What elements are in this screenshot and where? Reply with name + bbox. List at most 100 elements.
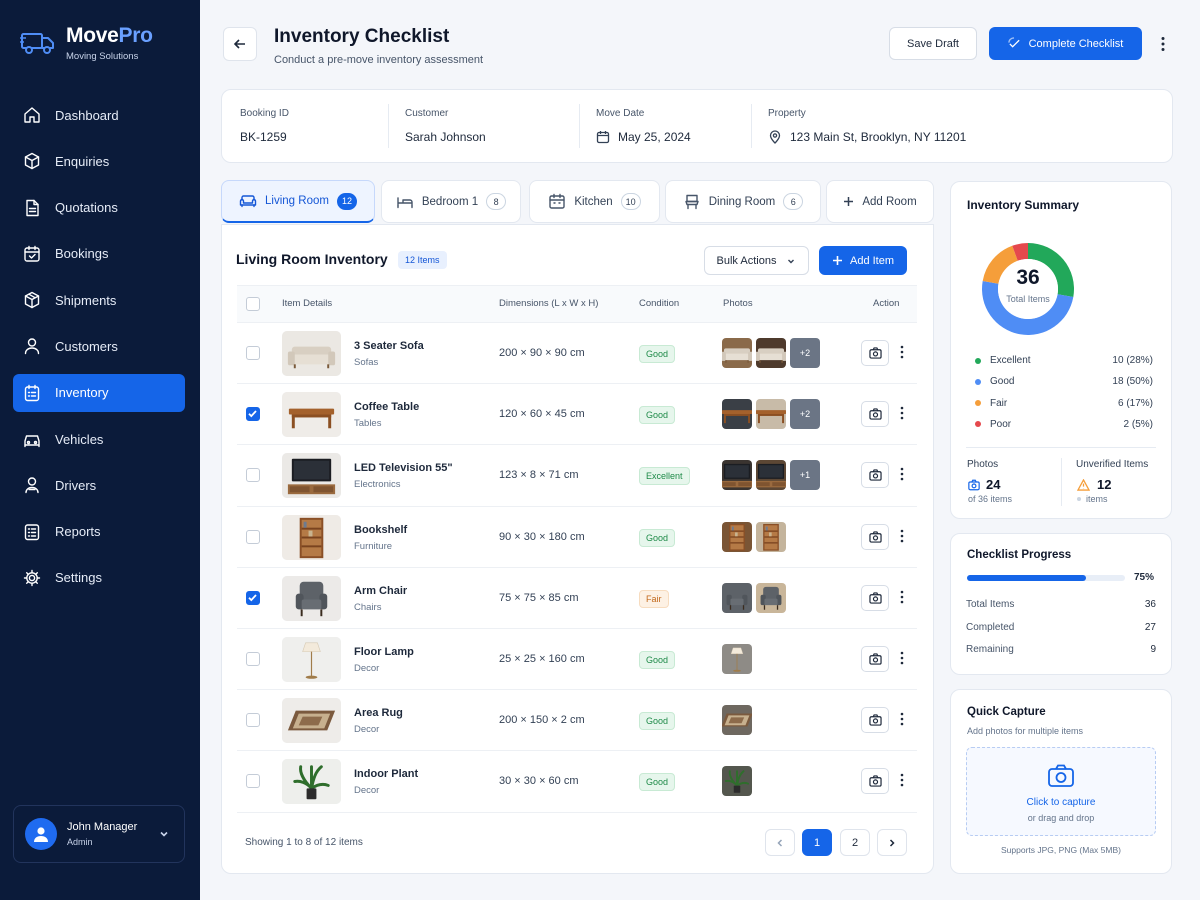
item-photo[interactable] xyxy=(722,399,752,430)
prev-page-button[interactable] xyxy=(765,829,795,856)
tab-living-room[interactable]: Living Room 12 xyxy=(221,180,375,223)
item-photos xyxy=(722,705,752,736)
item-photo[interactable] xyxy=(756,460,786,491)
capture-photo-button[interactable] xyxy=(861,707,889,734)
sidebar-item-reports[interactable]: Reports xyxy=(13,513,185,551)
tab-count-badge: 8 xyxy=(486,193,507,210)
sidebar-item-bookings[interactable]: Bookings xyxy=(13,235,185,273)
capture-dropzone[interactable]: Click to capture or drag and drop xyxy=(966,747,1156,836)
item-thumbnail xyxy=(282,637,341,682)
items-count-badge: 12 Items xyxy=(398,251,447,269)
car-icon xyxy=(23,430,41,448)
capture-photo-button[interactable] xyxy=(861,523,889,550)
row-more-icon[interactable] xyxy=(899,712,905,726)
sidebar-item-customers[interactable]: Customers xyxy=(13,327,185,365)
column-condition: Condition xyxy=(639,298,680,309)
item-photo[interactable] xyxy=(722,766,752,797)
tab-kitchen[interactable]: Kitchen 10 xyxy=(529,180,660,223)
column-item-details: Item Details xyxy=(282,298,333,309)
item-name: 3 Seater Sofa xyxy=(354,340,424,352)
row-more-icon[interactable] xyxy=(899,406,905,420)
item-dimensions: 200 × 150 × 2 cm xyxy=(499,714,585,727)
add-item-button[interactable]: Add Item xyxy=(819,246,907,275)
row-checkbox[interactable] xyxy=(246,590,260,605)
select-all-checkbox[interactable] xyxy=(246,297,260,311)
capture-photo-button[interactable] xyxy=(861,462,889,489)
capture-photo-button[interactable] xyxy=(861,768,889,795)
sidebar-item-inventory[interactable]: Inventory xyxy=(13,373,185,412)
item-dimensions: 123 × 8 × 71 cm xyxy=(499,469,579,482)
more-photos-badge[interactable]: +2 xyxy=(790,399,820,430)
row-checkbox[interactable] xyxy=(246,652,260,666)
more-photos-badge[interactable]: +1 xyxy=(790,460,820,491)
row-checkbox[interactable] xyxy=(246,407,260,422)
item-photo[interactable] xyxy=(722,582,752,613)
item-photo[interactable] xyxy=(722,644,752,674)
add-room-button[interactable]: Add Room xyxy=(826,180,934,223)
sidebar-item-settings[interactable]: Settings xyxy=(13,559,185,597)
page-title: Inventory Checklist xyxy=(274,26,450,47)
row-more-icon[interactable] xyxy=(899,651,905,665)
table-row: Floor Lamp Decor 25 × 25 × 160 cm Good xyxy=(237,629,917,691)
row-checkbox[interactable] xyxy=(246,468,260,483)
item-photo[interactable] xyxy=(756,338,786,368)
condition-badge: Good xyxy=(639,406,676,425)
sidebar-item-drivers[interactable]: Drivers xyxy=(13,466,185,504)
item-category: Chairs xyxy=(354,601,382,613)
booking-info-card: Booking ID BK-1259 Customer Sarah Johnso… xyxy=(221,89,1173,163)
row-more-icon[interactable] xyxy=(899,467,905,481)
item-photos: +1 xyxy=(722,460,820,491)
item-thumbnail xyxy=(282,453,341,499)
item-photo[interactable] xyxy=(756,582,786,613)
item-thumbnail xyxy=(282,698,341,744)
more-photos-badge[interactable]: +2 xyxy=(790,338,820,368)
capture-photo-button[interactable] xyxy=(861,646,889,672)
sidebar-item-quotations[interactable]: Quotations xyxy=(13,189,185,227)
bulk-actions-dropdown[interactable]: Bulk Actions xyxy=(704,246,809,275)
user-name: John Manager xyxy=(67,821,138,833)
page-1-button[interactable]: 1 xyxy=(802,829,832,856)
tab-label: Dining Room xyxy=(708,195,776,208)
camera-icon xyxy=(868,530,882,543)
item-category: Sofas xyxy=(354,357,379,368)
complete-checklist-button[interactable]: Complete Checklist xyxy=(989,27,1142,60)
sidebar-item-vehicles[interactable]: Vehicles xyxy=(13,420,185,458)
row-more-icon[interactable] xyxy=(899,345,905,359)
row-checkbox[interactable] xyxy=(246,346,260,360)
item-photo[interactable] xyxy=(722,705,752,736)
row-more-icon[interactable] xyxy=(899,529,905,543)
tab-bedroom-1[interactable]: Bedroom 1 8 xyxy=(381,180,521,223)
item-photos: +2 xyxy=(722,399,820,430)
row-checkbox[interactable] xyxy=(246,713,260,728)
row-checkbox[interactable] xyxy=(246,529,260,544)
row-more-icon[interactable] xyxy=(899,773,905,787)
item-category: Electronics xyxy=(354,479,401,491)
sidebar-item-shipments[interactable]: Shipments xyxy=(13,281,185,319)
sidebar-item-dashboard[interactable]: Dashboard xyxy=(13,96,185,134)
capture-photo-button[interactable] xyxy=(861,401,889,428)
tab-dining-room[interactable]: Dining Room 6 xyxy=(665,180,821,223)
item-photo[interactable] xyxy=(722,521,752,552)
brand-logo[interactable]: MovePro Moving Solutions xyxy=(20,24,153,62)
clipboard-list-icon xyxy=(23,384,41,402)
more-options-icon[interactable] xyxy=(1159,36,1167,52)
chevron-right-icon xyxy=(887,838,897,848)
row-more-icon[interactable] xyxy=(899,590,905,604)
chevron-left-icon xyxy=(775,838,785,848)
legend-dot xyxy=(975,421,981,428)
row-checkbox[interactable] xyxy=(246,774,260,789)
user-menu[interactable]: John Manager Admin xyxy=(13,805,185,863)
capture-photo-button[interactable] xyxy=(861,340,889,366)
page-2-button[interactable]: 2 xyxy=(840,829,870,856)
save-draft-button[interactable]: Save Draft xyxy=(889,27,977,60)
next-page-button[interactable] xyxy=(877,829,907,856)
item-photo[interactable] xyxy=(756,399,786,430)
back-button[interactable] xyxy=(223,27,257,61)
item-photo[interactable] xyxy=(722,338,752,368)
item-photo[interactable] xyxy=(756,521,786,552)
item-photo[interactable] xyxy=(722,460,752,491)
capture-photo-button[interactable] xyxy=(861,584,889,611)
sidebar-item-label: Enquiries xyxy=(55,153,110,169)
sidebar-item-enquiries[interactable]: Enquiries xyxy=(13,142,185,180)
camera-icon xyxy=(868,347,882,359)
